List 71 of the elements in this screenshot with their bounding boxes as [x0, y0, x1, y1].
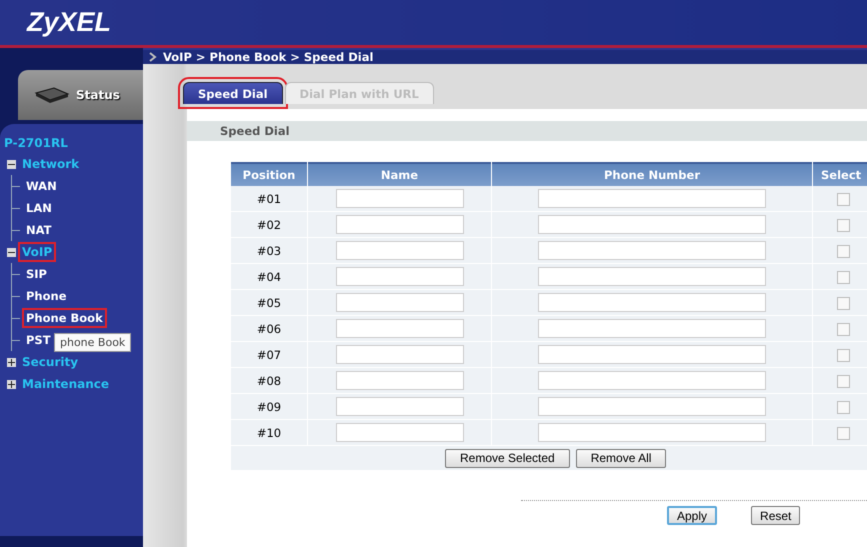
name-field[interactable]	[336, 189, 464, 208]
column-header: Name	[308, 162, 491, 186]
phone-number-field[interactable]	[538, 189, 766, 208]
name-field[interactable]	[336, 215, 464, 234]
chevron-icon	[149, 52, 157, 62]
name-field[interactable]	[336, 371, 464, 390]
tree-item[interactable]: WAN	[22, 176, 61, 196]
table-cell: #09	[231, 394, 307, 420]
form-button[interactable]: Apply	[667, 506, 718, 525]
name-field[interactable]	[336, 397, 464, 416]
phone-number-field[interactable]	[538, 371, 766, 390]
tree-item[interactable]: Network	[18, 154, 84, 174]
name-field[interactable]	[336, 423, 464, 442]
phone-number-field[interactable]	[538, 241, 766, 260]
phone-number-field[interactable]	[538, 267, 766, 286]
section-header: Speed Dial	[187, 121, 867, 141]
phone-number-field[interactable]	[538, 293, 766, 312]
column-header: Select	[813, 162, 867, 186]
expander-icon[interactable]	[7, 248, 16, 256]
select-checkbox[interactable]	[837, 218, 850, 232]
tree-item[interactable]: Maintenance	[18, 374, 114, 394]
phone-number-field[interactable]	[538, 345, 766, 364]
table-cell: #06	[231, 316, 307, 342]
column-header: Phone Number	[492, 162, 812, 186]
status-button[interactable]: Status	[18, 70, 143, 120]
tree-item[interactable]: VoIP	[18, 242, 56, 262]
name-field[interactable]	[336, 241, 464, 260]
tooltip: phone Book	[54, 333, 132, 352]
name-field[interactable]	[336, 319, 464, 338]
phone-number-field[interactable]	[538, 423, 766, 442]
phone-number-field[interactable]	[538, 397, 766, 416]
logo: ZyXEL	[27, 7, 112, 38]
tree-item[interactable]: Phone Book	[22, 308, 107, 328]
table-cell: #10	[231, 420, 307, 446]
table-cell: #01	[231, 186, 307, 212]
table-cell: #08	[231, 368, 307, 394]
table-cell: #03	[231, 238, 307, 264]
tree-item[interactable]: PST	[22, 330, 55, 350]
select-checkbox[interactable]	[837, 400, 850, 414]
tree-item[interactable]: LAN	[22, 198, 56, 218]
select-checkbox[interactable]	[837, 374, 850, 388]
expander-icon[interactable]	[7, 358, 16, 366]
select-checkbox[interactable]	[837, 244, 850, 258]
table-button[interactable]: Remove All	[576, 448, 666, 468]
column-header: Position	[231, 162, 307, 186]
table-cell: #07	[231, 342, 307, 368]
select-checkbox[interactable]	[837, 322, 850, 336]
expander-icon[interactable]	[7, 380, 16, 388]
breadcrumb: VoIP > Phone Book > Speed Dial	[163, 50, 374, 64]
phone-number-field[interactable]	[538, 215, 766, 234]
device-name: P-2701RL	[4, 136, 69, 150]
name-field[interactable]	[336, 267, 464, 286]
table-cell: #02	[231, 212, 307, 238]
router-icon	[34, 86, 70, 104]
table-cell: #05	[231, 290, 307, 316]
form-button[interactable]: Reset	[751, 506, 800, 525]
select-checkbox[interactable]	[837, 270, 850, 284]
tree-item[interactable]: Security	[18, 352, 82, 372]
phone-number-field[interactable]	[538, 319, 766, 338]
select-checkbox[interactable]	[837, 192, 850, 206]
tree-item[interactable]: Phone	[22, 286, 71, 306]
select-checkbox[interactable]	[837, 348, 850, 362]
expander-icon[interactable]	[7, 160, 16, 168]
tree-item[interactable]: NAT	[22, 220, 56, 240]
table-button[interactable]: Remove Selected	[445, 448, 570, 468]
tree-item[interactable]: SIP	[22, 264, 51, 284]
select-checkbox[interactable]	[837, 296, 850, 310]
name-field[interactable]	[336, 345, 464, 364]
table-cell: #04	[231, 264, 307, 290]
select-checkbox[interactable]	[837, 426, 850, 440]
name-field[interactable]	[336, 293, 464, 312]
